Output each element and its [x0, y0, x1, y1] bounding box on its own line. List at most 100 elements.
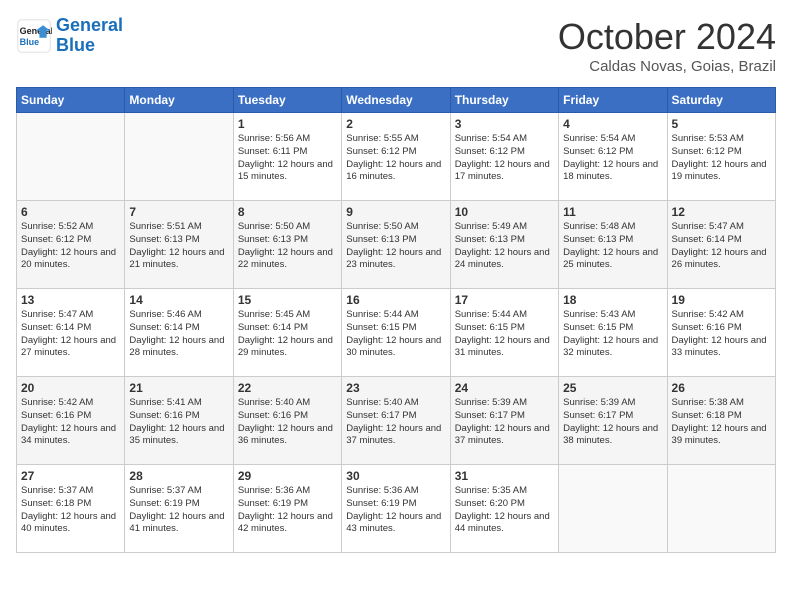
day-info: Sunrise: 5:41 AM Sunset: 6:16 PM Dayligh… [129, 397, 228, 448]
day-info: Sunrise: 5:49 AM Sunset: 6:13 PM Dayligh… [455, 221, 554, 272]
day-info: Sunrise: 5:44 AM Sunset: 6:15 PM Dayligh… [455, 309, 554, 360]
table-row: 25Sunrise: 5:39 AM Sunset: 6:17 PM Dayli… [559, 377, 667, 465]
day-number: 15 [238, 293, 337, 307]
logo-blue: Blue [56, 35, 95, 55]
day-info: Sunrise: 5:39 AM Sunset: 6:17 PM Dayligh… [563, 397, 662, 448]
table-row: 19Sunrise: 5:42 AM Sunset: 6:16 PM Dayli… [667, 289, 775, 377]
day-info: Sunrise: 5:36 AM Sunset: 6:19 PM Dayligh… [238, 485, 337, 536]
month-title: October 2024 [558, 16, 776, 58]
day-info: Sunrise: 5:39 AM Sunset: 6:17 PM Dayligh… [455, 397, 554, 448]
day-info: Sunrise: 5:40 AM Sunset: 6:16 PM Dayligh… [238, 397, 337, 448]
day-info: Sunrise: 5:38 AM Sunset: 6:18 PM Dayligh… [672, 397, 771, 448]
table-row: 30 Sunrise: 5:36 AM Sunset: 6:19 PM Dayli… [342, 465, 450, 553]
page-header: General Blue General Blue October 2024 C… [16, 16, 776, 75]
table-row: 28 Sunrise: 5:37 AM Sunset: 6:19 PM Dayli… [125, 465, 233, 553]
day-number: 14 [129, 293, 228, 307]
table-row: 1 Sunrise: 5:56 AM Sunset: 6:11 PM Daylig… [233, 113, 341, 201]
table-row [559, 465, 667, 553]
table-row [125, 113, 233, 201]
day-info: Sunrise: 5:44 AM Sunset: 6:15 PM Dayligh… [346, 309, 445, 360]
table-row: 17 Sunrise: 5:44 AM Sunset: 6:15 PM Dayli… [450, 289, 558, 377]
day-number: 17 [455, 293, 554, 307]
day-number: 21 [129, 381, 228, 395]
day-info: Sunrise: 5:55 AM Sunset: 6:12 PM Dayligh… [346, 133, 445, 184]
location: Caldas Novas, Goias, Brazil [558, 58, 776, 75]
table-row [667, 465, 775, 553]
calendar-table: Sunday Monday Tuesday Wednesday Thursday… [16, 87, 776, 553]
table-row: 10 Sunrise: 5:49 AM Sunset: 6:13 PM Dayli… [450, 201, 558, 289]
day-number: 22 [238, 381, 337, 395]
logo-text: General Blue [56, 16, 123, 56]
day-number: 31 [455, 469, 554, 483]
calendar-week-row: 20 Sunrise: 5:42 AM Sunset: 6:16 PM Dayli… [17, 377, 776, 465]
calendar-week-row: 6Sunrise: 5:52 AM Sunset: 6:12 PM Daylig… [17, 201, 776, 289]
day-info: Sunrise: 5:53 AM Sunset: 6:12 PM Dayligh… [672, 133, 771, 184]
day-info: Sunrise: 5:42 AM Sunset: 6:16 PM Dayligh… [672, 309, 771, 360]
day-number: 20 [21, 381, 120, 395]
col-friday: Friday [559, 88, 667, 113]
table-row: 29Sunrise: 5:36 AM Sunset: 6:19 PM Dayli… [233, 465, 341, 553]
table-row: 26Sunrise: 5:38 AM Sunset: 6:18 PM Dayli… [667, 377, 775, 465]
day-number: 13 [21, 293, 120, 307]
day-info: Sunrise: 5:36 AM Sunset: 6:19 PM Dayligh… [346, 485, 445, 536]
day-info: Sunrise: 5:37 AM Sunset: 6:18 PM Dayligh… [21, 485, 120, 536]
col-monday: Monday [125, 88, 233, 113]
day-number: 5 [672, 117, 771, 131]
table-row: 11 Sunrise: 5:48 AM Sunset: 6:13 PM Dayli… [559, 201, 667, 289]
day-info: Sunrise: 5:51 AM Sunset: 6:13 PM Dayligh… [129, 221, 228, 272]
day-number: 30 [346, 469, 445, 483]
day-info: Sunrise: 5:37 AM Sunset: 6:19 PM Dayligh… [129, 485, 228, 536]
day-info: Sunrise: 5:47 AM Sunset: 6:14 PM Dayligh… [21, 309, 120, 360]
table-row: 2 Sunrise: 5:55 AM Sunset: 6:12 PM Daylig… [342, 113, 450, 201]
logo: General Blue General Blue [16, 16, 123, 56]
header-row: Sunday Monday Tuesday Wednesday Thursday… [17, 88, 776, 113]
calendar-header: Sunday Monday Tuesday Wednesday Thursday… [17, 88, 776, 113]
day-info: Sunrise: 5:50 AM Sunset: 6:13 PM Dayligh… [346, 221, 445, 272]
day-info: Sunrise: 5:47 AM Sunset: 6:14 PM Dayligh… [672, 221, 771, 272]
day-number: 27 [21, 469, 120, 483]
logo-general: General [56, 15, 123, 35]
table-row: 18Sunrise: 5:43 AM Sunset: 6:15 PM Dayli… [559, 289, 667, 377]
col-sunday: Sunday [17, 88, 125, 113]
calendar-body: 1 Sunrise: 5:56 AM Sunset: 6:11 PM Daylig… [17, 113, 776, 553]
svg-text:Blue: Blue [20, 37, 40, 47]
day-number: 23 [346, 381, 445, 395]
table-row: 7Sunrise: 5:51 AM Sunset: 6:13 PM Daylig… [125, 201, 233, 289]
table-row: 9Sunrise: 5:50 AM Sunset: 6:13 PM Daylig… [342, 201, 450, 289]
day-info: Sunrise: 5:40 AM Sunset: 6:17 PM Dayligh… [346, 397, 445, 448]
table-row: 14 Sunrise: 5:46 AM Sunset: 6:14 PM Dayli… [125, 289, 233, 377]
day-number: 3 [455, 117, 554, 131]
day-number: 16 [346, 293, 445, 307]
day-info: Sunrise: 5:35 AM Sunset: 6:20 PM Dayligh… [455, 485, 554, 536]
day-info: Sunrise: 5:43 AM Sunset: 6:15 PM Dayligh… [563, 309, 662, 360]
day-number: 2 [346, 117, 445, 131]
table-row: 21 Sunrise: 5:41 AM Sunset: 6:16 PM Dayli… [125, 377, 233, 465]
day-number: 24 [455, 381, 554, 395]
day-info: Sunrise: 5:56 AM Sunset: 6:11 PM Dayligh… [238, 133, 337, 184]
table-row: 20 Sunrise: 5:42 AM Sunset: 6:16 PM Dayli… [17, 377, 125, 465]
day-info: Sunrise: 5:48 AM Sunset: 6:13 PM Dayligh… [563, 221, 662, 272]
day-number: 10 [455, 205, 554, 219]
col-saturday: Saturday [667, 88, 775, 113]
table-row: 4Sunrise: 5:54 AM Sunset: 6:12 PM Daylig… [559, 113, 667, 201]
col-wednesday: Wednesday [342, 88, 450, 113]
day-number: 28 [129, 469, 228, 483]
day-info: Sunrise: 5:54 AM Sunset: 6:12 PM Dayligh… [563, 133, 662, 184]
table-row: 24 Sunrise: 5:39 AM Sunset: 6:17 PM Dayli… [450, 377, 558, 465]
table-row: 27 Sunrise: 5:37 AM Sunset: 6:18 PM Dayli… [17, 465, 125, 553]
table-row: 8Sunrise: 5:50 AM Sunset: 6:13 PM Daylig… [233, 201, 341, 289]
table-row: 12Sunrise: 5:47 AM Sunset: 6:14 PM Dayli… [667, 201, 775, 289]
table-row: 6Sunrise: 5:52 AM Sunset: 6:12 PM Daylig… [17, 201, 125, 289]
day-number: 1 [238, 117, 337, 131]
day-info: Sunrise: 5:46 AM Sunset: 6:14 PM Dayligh… [129, 309, 228, 360]
col-thursday: Thursday [450, 88, 558, 113]
day-info: Sunrise: 5:50 AM Sunset: 6:13 PM Dayligh… [238, 221, 337, 272]
calendar-week-row: 1 Sunrise: 5:56 AM Sunset: 6:11 PM Daylig… [17, 113, 776, 201]
table-row: 3Sunrise: 5:54 AM Sunset: 6:12 PM Daylig… [450, 113, 558, 201]
day-info: Sunrise: 5:45 AM Sunset: 6:14 PM Dayligh… [238, 309, 337, 360]
table-row: 22 Sunrise: 5:40 AM Sunset: 6:16 PM Dayli… [233, 377, 341, 465]
day-number: 11 [563, 205, 662, 219]
table-row: 15 Sunrise: 5:45 AM Sunset: 6:14 PM Dayli… [233, 289, 341, 377]
day-info: Sunrise: 5:42 AM Sunset: 6:16 PM Dayligh… [21, 397, 120, 448]
title-block: October 2024 Caldas Novas, Goias, Brazil [558, 16, 776, 75]
